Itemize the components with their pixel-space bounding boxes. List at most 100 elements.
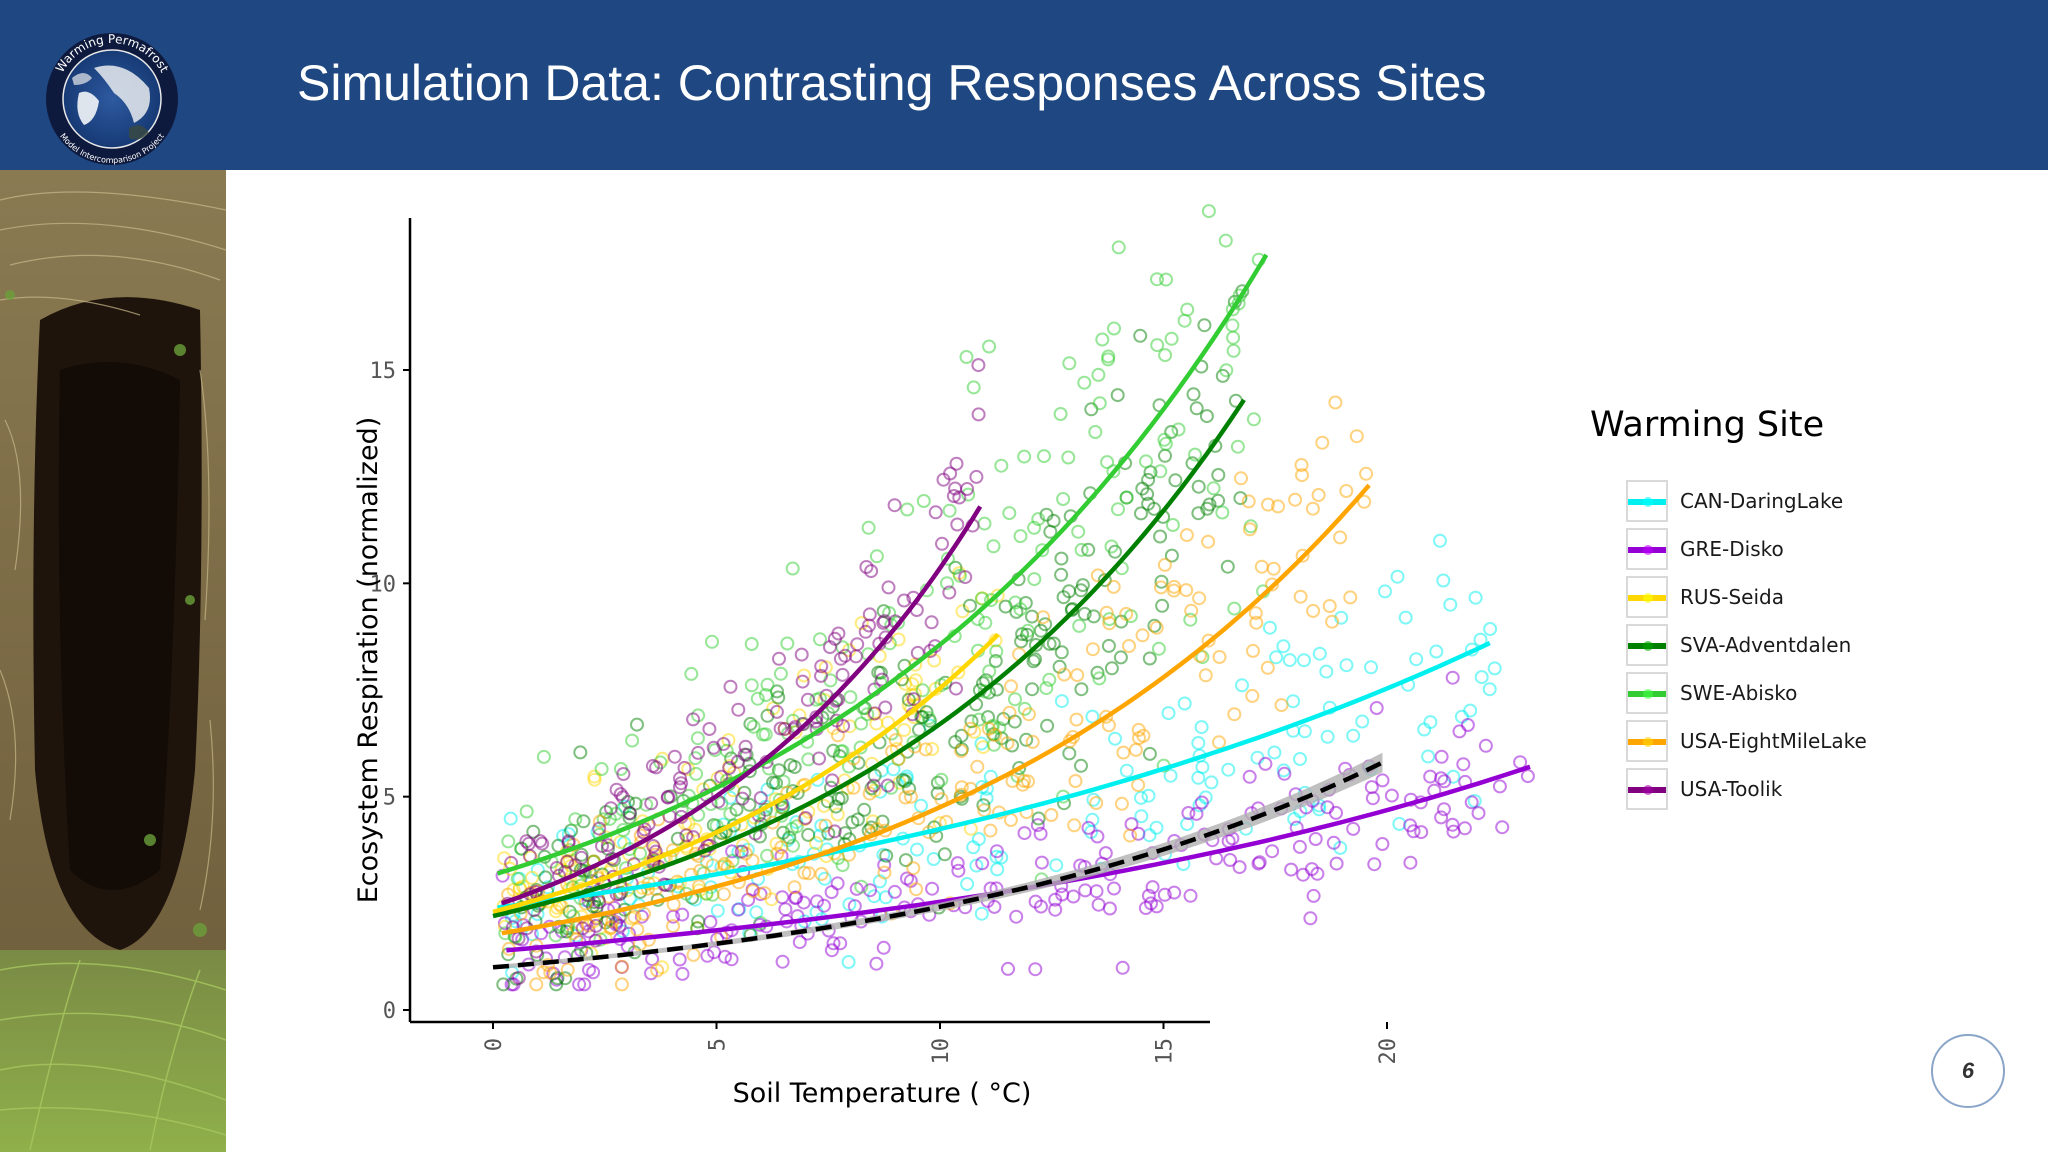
data-point [1421,749,1436,764]
data-point [1119,763,1134,778]
data-point [1013,529,1028,544]
data-point [916,494,931,508]
data-point [1089,884,1104,899]
data-point [1084,402,1099,417]
data-point [959,350,974,364]
data-point [969,469,984,484]
data-point [824,885,839,900]
data-point [1254,559,1269,574]
data-point [1095,332,1110,347]
data-point [1141,472,1156,487]
data-point [1445,670,1460,685]
data-point [990,862,1005,877]
data-point [1429,644,1444,659]
data-point [1364,660,1378,675]
data-point [914,798,928,813]
data-point [861,520,876,535]
data-point [1266,561,1281,576]
data-point [1180,817,1195,832]
data-point [1456,757,1471,772]
data-point [830,807,845,822]
data-point [1211,468,1226,482]
data-point [1198,668,1213,683]
axis-ticks: 0510150 5 10 15 20 [370,359,1402,1065]
data-point [1378,584,1392,599]
data-point [1153,529,1168,544]
data-point [1225,318,1240,333]
data-point [1111,240,1126,255]
data-point [1074,758,1088,773]
data-point [1306,888,1321,903]
data-point [686,947,701,962]
data-point [1191,479,1206,494]
page-number-badge: 6 [1931,1034,2005,1108]
data-point [1315,435,1330,450]
data-point [745,853,760,868]
data-point [1049,858,1064,873]
legend-item-usa-eightmilelake: USA-EightMileLake [1626,717,1930,765]
data-point [1179,528,1194,543]
data-point [723,679,738,694]
data-point [1106,579,1121,594]
data-point [843,690,858,705]
data-point [1107,881,1121,896]
y-tick-label: 5 [383,786,396,811]
data-point [1286,694,1301,709]
data-point [614,977,629,992]
data-point [1098,846,1113,861]
legend-label: RUS-Seida [1680,585,1784,609]
data-point [1349,429,1364,444]
legend-swatch-icon [1626,480,1668,522]
data-point [1308,832,1323,846]
data-point [1232,860,1247,875]
data-point [1319,664,1334,679]
x-tick-label: 20 [1376,1038,1401,1065]
data-point [1276,639,1291,654]
data-point [1054,694,1069,709]
data-point [994,458,1009,473]
data-point [1454,709,1469,724]
x-axis-label: Soil Temperature ( °C) [733,1078,1032,1109]
data-point [1482,682,1497,697]
data-point [1150,338,1165,353]
legend-swatch-icon [1626,528,1668,570]
data-point [1101,638,1116,653]
data-point [869,549,884,564]
data-point [1009,909,1024,924]
data-point [573,745,588,760]
data-point [1306,603,1321,618]
data-point [1158,448,1172,463]
data-point [1077,375,1092,390]
data-point [1110,388,1125,403]
data-point [1168,473,1183,488]
data-point [1107,321,1121,336]
data-point [1092,396,1107,411]
data-point [1142,746,1157,761]
data-point [675,966,690,981]
data-point [1329,805,1343,820]
data-point [1409,652,1424,667]
data-point [594,762,609,776]
data-point [731,702,746,717]
data-point [1141,788,1156,803]
data-point [1320,729,1335,744]
data-point [1165,518,1180,532]
data-point [1433,533,1447,548]
data-point [1226,343,1241,358]
data-point [1468,590,1483,605]
data-point [743,716,758,731]
data-point [1292,839,1307,854]
data-point [1088,425,1103,439]
data-point [1191,770,1206,785]
data-point [1443,597,1458,612]
data-point [1139,454,1153,469]
data-point [775,954,790,969]
data-point [934,772,949,787]
data-point [1194,720,1209,735]
legend-swatch-icon [1626,672,1668,714]
data-point [906,861,921,876]
data-point [1284,862,1299,877]
data-point [887,498,902,513]
data-point [792,935,807,950]
data-point [1184,603,1199,618]
